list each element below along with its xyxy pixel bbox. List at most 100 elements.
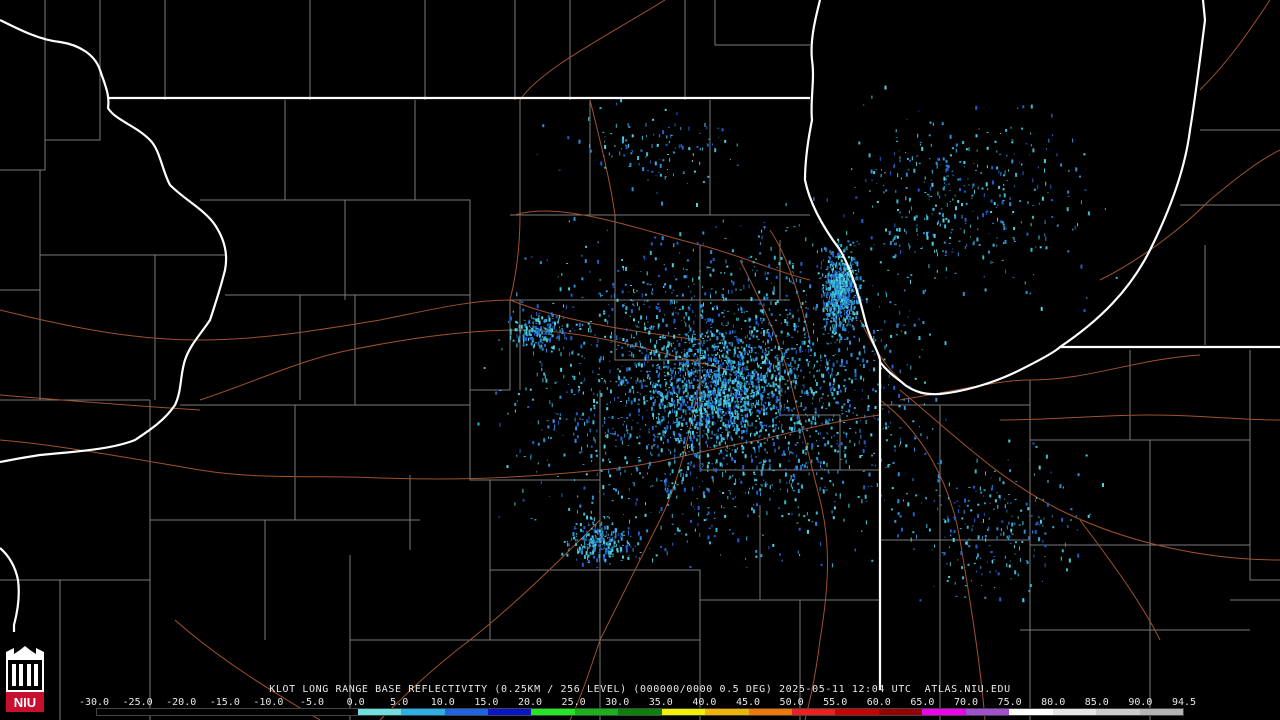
echo-speck <box>722 403 725 406</box>
echo-speck <box>799 435 801 439</box>
echo-speck <box>677 442 679 444</box>
echo-speck <box>736 410 738 413</box>
echo-speck <box>865 420 867 424</box>
echo-speck <box>847 256 850 259</box>
echo-speck <box>727 359 729 364</box>
echo-speck <box>537 442 540 446</box>
echo-speck <box>747 514 749 518</box>
echo-speck <box>640 370 643 372</box>
echo-speck <box>737 388 739 390</box>
echo-speck <box>590 407 592 411</box>
echo-speck <box>799 423 802 425</box>
echo-speck <box>806 414 808 417</box>
echo-speck <box>587 533 590 537</box>
echo-speck <box>605 290 608 293</box>
echo-speck <box>876 483 878 487</box>
echo-speck <box>791 409 793 412</box>
echo-speck <box>1022 171 1024 175</box>
echo-speck <box>711 400 713 403</box>
echo-speck <box>756 465 758 470</box>
echo-speck <box>576 509 578 514</box>
echo-speck <box>525 340 528 342</box>
echo-speck <box>755 549 758 553</box>
echo-speck <box>581 277 584 281</box>
echo-speck <box>842 319 844 323</box>
echo-speck <box>999 194 1001 198</box>
echo-speck <box>820 261 822 266</box>
echo-speck <box>615 528 617 530</box>
echo-speck <box>856 358 858 360</box>
echo-speck <box>605 435 606 438</box>
echo-speck <box>1002 188 1005 191</box>
echo-speck <box>707 357 710 362</box>
echo-speck <box>819 364 821 366</box>
echo-speck <box>638 398 641 401</box>
echo-speck <box>773 286 775 291</box>
echo-speck <box>668 343 670 348</box>
echo-speck <box>1017 107 1019 109</box>
echo-speck <box>615 338 618 340</box>
echo-speck <box>688 324 690 328</box>
echo-speck <box>755 555 758 558</box>
echo-speck <box>715 459 718 464</box>
echo-speck <box>737 392 739 394</box>
echo-speck <box>676 379 678 384</box>
echo-speck <box>716 347 718 350</box>
echo-speck <box>792 415 795 417</box>
echo-speck <box>1012 237 1015 239</box>
echo-speck <box>647 354 649 359</box>
echo-speck <box>1052 134 1054 137</box>
echo-speck <box>740 225 742 227</box>
echo-speck <box>506 465 509 469</box>
echo-speck <box>800 306 802 308</box>
echo-speck <box>590 388 592 392</box>
echo-speck <box>685 269 688 271</box>
echo-speck <box>777 385 780 388</box>
echo-speck <box>630 545 632 548</box>
echo-speck <box>546 338 549 341</box>
echo-speck <box>885 228 887 232</box>
echo-speck <box>769 385 771 388</box>
echo-speck <box>785 414 787 417</box>
echo-speck <box>825 302 828 306</box>
echo-speck <box>645 395 647 396</box>
echo-speck <box>752 334 755 338</box>
echo-speck <box>848 293 851 298</box>
echo-speck <box>828 287 831 291</box>
echo-speck <box>654 389 657 393</box>
echo-speck <box>768 459 771 463</box>
echo-speck <box>704 292 707 296</box>
echo-speck <box>734 506 737 508</box>
echo-speck <box>787 348 790 351</box>
echo-speck <box>724 237 727 239</box>
echo-speck <box>547 425 550 429</box>
echo-speck <box>722 471 724 476</box>
echo-speck <box>1043 159 1046 164</box>
echo-speck <box>751 408 752 410</box>
echo-speck <box>763 437 765 439</box>
echo-speck <box>743 423 746 428</box>
echo-speck <box>663 372 665 373</box>
echo-speck <box>844 247 846 252</box>
echo-speck <box>840 315 843 317</box>
echo-speck <box>644 361 646 366</box>
echo-speck <box>761 328 764 329</box>
echo-speck <box>838 348 841 353</box>
echo-speck <box>554 321 556 326</box>
echo-speck <box>790 483 792 488</box>
echo-speck <box>671 300 673 304</box>
echo-speck <box>754 373 756 375</box>
echo-speck <box>741 375 744 379</box>
echo-speck <box>679 252 681 254</box>
echo-speck <box>893 165 895 169</box>
echo-speck <box>836 391 839 395</box>
echo-speck <box>750 297 753 302</box>
echo-speck <box>684 388 687 392</box>
echo-speck <box>725 354 727 357</box>
echo-speck <box>707 373 710 377</box>
echo-speck <box>749 318 751 321</box>
echo-speck <box>591 518 593 520</box>
echo-speck <box>652 433 655 436</box>
echo-speck <box>734 336 737 338</box>
echo-speck <box>682 368 685 372</box>
